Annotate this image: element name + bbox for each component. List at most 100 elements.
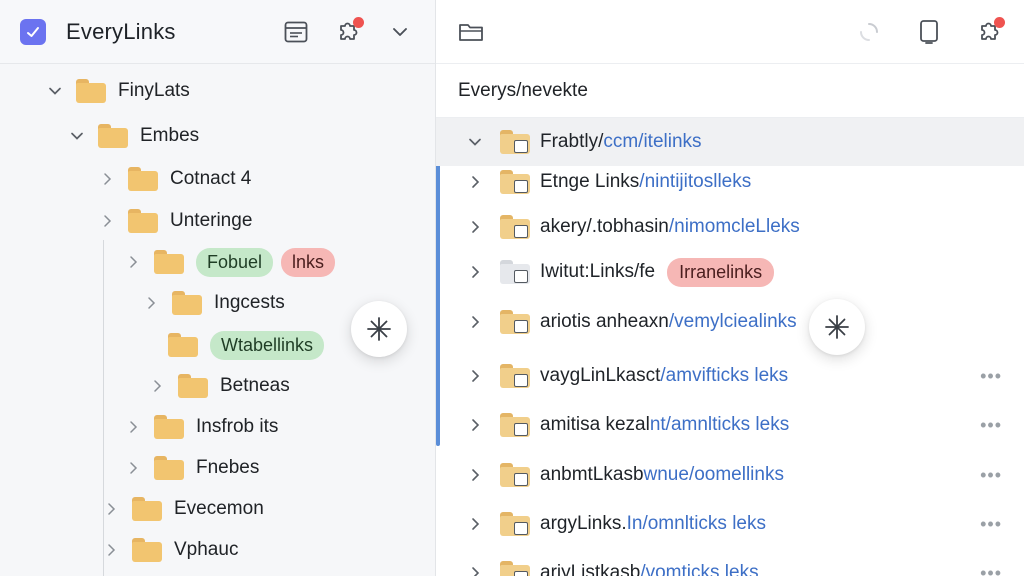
browser-window-icon[interactable] <box>283 19 309 45</box>
more-options-icon[interactable]: ••• <box>980 465 1002 486</box>
folder-link-icon <box>500 561 530 576</box>
item-link[interactable]: nt/amnlticks leks <box>650 414 789 436</box>
chevron-right-icon[interactable] <box>148 377 166 395</box>
list-item[interactable]: argyLinks. In/omnlticks leks ••• <box>436 500 1024 548</box>
tree-item[interactable]: Embes <box>68 119 199 153</box>
tree-item[interactable]: Fnebes <box>124 451 259 485</box>
more-options-icon[interactable]: ••• <box>980 366 1002 387</box>
folder-link-icon <box>500 260 530 284</box>
chevron-right-icon[interactable] <box>124 459 142 477</box>
folder-icon <box>128 209 158 233</box>
folder-link-icon <box>500 130 530 154</box>
item-name: argyLinks. <box>540 513 627 534</box>
item-link[interactable]: wnue/oomellinks <box>644 464 784 486</box>
path-text[interactable]: Everys/nevekte <box>458 80 588 102</box>
more-options-icon[interactable]: ••• <box>980 415 1002 436</box>
tree-item[interactable]: Cotnact 4 <box>98 162 251 196</box>
puzzle-icon[interactable] <box>976 16 1005 45</box>
chevron-right-icon[interactable] <box>466 564 484 576</box>
chevron-right-icon[interactable] <box>466 367 484 385</box>
more-options-icon[interactable]: ••• <box>980 514 1002 535</box>
tree-item-label: FinyLats <box>118 80 190 101</box>
chevron-down-icon[interactable] <box>466 133 484 151</box>
folder-icon <box>76 79 106 103</box>
tree-item[interactable]: Wtabellinks <box>168 328 332 362</box>
chevron-right-icon[interactable] <box>142 294 160 312</box>
item-name: vaygLinLkasct <box>540 365 661 386</box>
item-name: Frabtly/ <box>540 131 604 152</box>
chevron-down-icon[interactable] <box>387 19 413 45</box>
breadcrumb: Everys/nevekte <box>436 64 1024 118</box>
folder-icon <box>168 333 198 357</box>
tree-item-label: Evecemon <box>174 498 264 519</box>
item-name: akery/.tobhasin <box>540 216 669 237</box>
item-link[interactable]: In/omnlticks leks <box>627 513 766 535</box>
folder-icon <box>154 415 184 439</box>
list-item[interactable]: ariyListkasb/vomticks leks ••• <box>436 549 1024 576</box>
tree-item[interactable]: Unteringe <box>98 204 252 238</box>
folder-icon <box>98 124 128 148</box>
sidebar: EveryLinks FinyLats Embes Cotnact 4 Unte… <box>0 0 436 576</box>
tag-pill[interactable]: Wtabellinks <box>210 330 325 360</box>
tag-pill[interactable]: Irranelinks <box>667 257 775 287</box>
tree-item[interactable]: FinyLats <box>46 74 190 108</box>
chevron-right-icon[interactable] <box>124 253 142 271</box>
chevron-right-icon[interactable] <box>466 416 484 434</box>
folder-icon <box>132 497 162 521</box>
list-item[interactable]: vaygLinLkasct/amvifticks leks ••• <box>436 352 1024 400</box>
list-item[interactable]: akery/.tobhasin/nimomcleLleks <box>436 203 1024 251</box>
list-item[interactable]: Iwitut:Links/fe Irranelinks <box>436 248 1024 296</box>
item-link[interactable]: /vemylciealinks <box>669 311 797 333</box>
item-link[interactable]: ccm/itelinks <box>603 131 701 153</box>
tree-item[interactable]: Ingcests <box>142 286 285 320</box>
more-options-icon[interactable]: ••• <box>980 563 1002 576</box>
item-name: anbmtLkasb <box>540 464 644 485</box>
chevron-right-icon[interactable] <box>466 313 484 331</box>
item-link[interactable]: /nimomcleLleks <box>669 216 800 238</box>
tree-item[interactable]: Insfrob its <box>124 410 278 444</box>
tree-item-label: Vphauc <box>174 539 239 560</box>
tag-pill[interactable]: Fobuel <box>196 247 274 277</box>
tree-item-label: Unteringe <box>170 210 253 231</box>
chevron-right-icon[interactable] <box>466 466 484 484</box>
chevron-right-icon[interactable] <box>466 218 484 236</box>
tree-item[interactable]: Vphauc <box>102 533 238 567</box>
puzzle-icon[interactable] <box>335 16 364 45</box>
chevron-right-icon[interactable] <box>102 541 120 559</box>
list-item[interactable]: amitisa kezal nt/amnlticks leks ••• <box>436 401 1024 449</box>
item-link[interactable]: /nintijitoslleks <box>639 171 751 193</box>
folder-link-icon <box>500 413 530 437</box>
folder-icon <box>128 167 158 191</box>
chevron-down-icon[interactable] <box>68 127 86 145</box>
tree-item-label: Betneas <box>220 375 290 396</box>
chevron-right-icon[interactable] <box>98 212 116 230</box>
tag-pill[interactable]: lnks <box>281 247 336 277</box>
tree-item[interactable]: Evecemon <box>102 492 264 526</box>
item-link[interactable]: /amvifticks leks <box>660 365 788 387</box>
folder-link-icon <box>500 364 530 388</box>
list-item[interactable]: ariotis anheaxn/vemylciealinks <box>436 298 1024 346</box>
tree-item-label: Ingcests <box>214 292 285 313</box>
chevron-right-icon[interactable] <box>466 263 484 281</box>
tree-item[interactable]: Betneas <box>148 369 290 403</box>
sidebar-header: EveryLinks <box>0 0 435 64</box>
chevron-down-icon[interactable] <box>46 82 64 100</box>
chevron-right-icon[interactable] <box>124 418 142 436</box>
sparkle-icon <box>825 315 849 339</box>
sparkle-button[interactable] <box>809 299 865 355</box>
list-item[interactable]: Etnge Links/nintijitoslleks <box>436 158 1024 206</box>
folder-icon[interactable] <box>458 19 484 45</box>
chevron-right-icon[interactable] <box>98 170 116 188</box>
folder-icon <box>154 456 184 480</box>
sparkle-button[interactable] <box>351 301 407 357</box>
list-item[interactable]: anbmtLkasb wnue/oomellinks ••• <box>436 451 1024 499</box>
tablet-icon[interactable] <box>916 19 942 45</box>
folder-icon <box>154 250 184 274</box>
tree-item[interactable]: Fobuel lnks <box>124 245 343 279</box>
chevron-right-icon[interactable] <box>466 515 484 533</box>
app-title: EveryLinks <box>66 18 176 44</box>
item-link[interactable]: /vomticks leks <box>640 562 758 576</box>
chevron-right-icon[interactable] <box>466 173 484 191</box>
folder-link-icon <box>500 463 530 487</box>
chevron-right-icon[interactable] <box>102 500 120 518</box>
